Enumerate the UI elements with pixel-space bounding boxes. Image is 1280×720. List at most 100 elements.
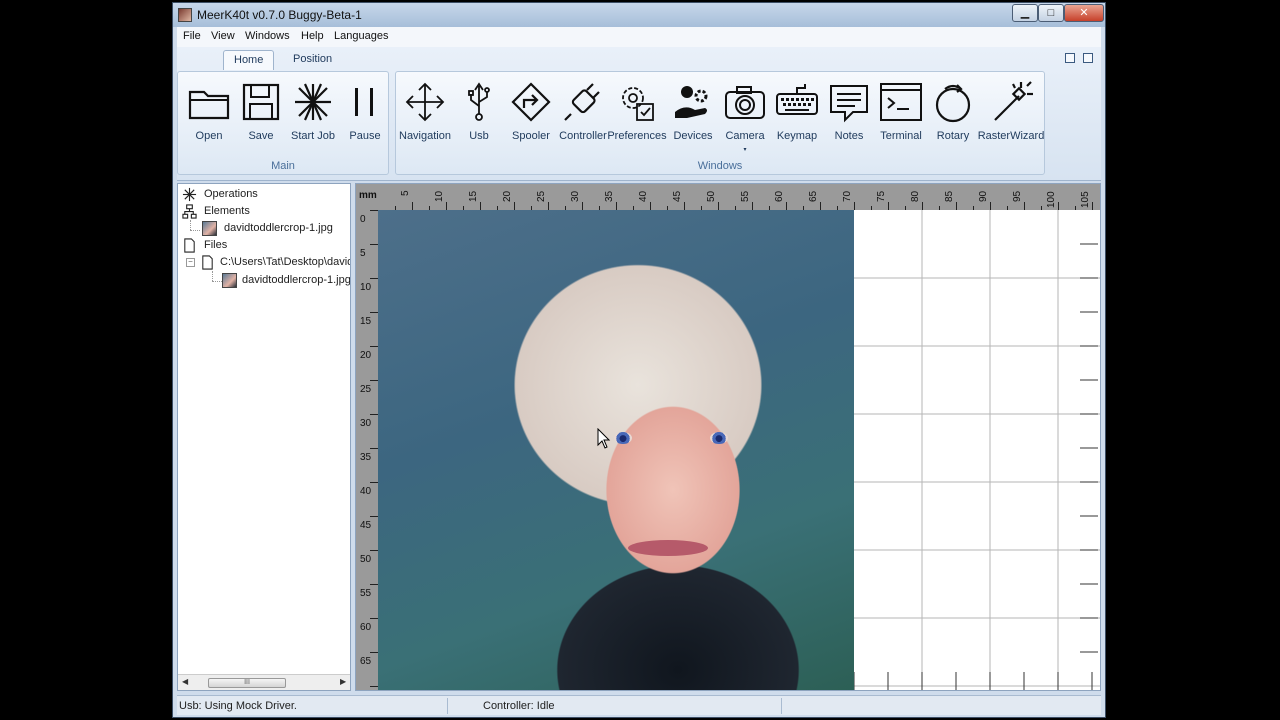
ruler-tick-label: 10 [434, 190, 445, 202]
ruler-tick [395, 206, 396, 210]
file-icon [202, 255, 213, 270]
image-thumbnail-icon [202, 221, 217, 236]
folder-icon [188, 90, 230, 120]
ruler-tick [370, 210, 378, 211]
move-arrows-icon [405, 82, 445, 122]
vertical-ruler: 0 5 10 15 20 25 30 35 40 45 50 55 60 65 70 [356, 210, 378, 691]
ruler-tick [1075, 206, 1076, 210]
ruler-tick [667, 206, 668, 210]
group-label-main: Main [271, 160, 295, 172]
loaded-raster-image[interactable] [378, 210, 854, 690]
ruler-tick-label: 30 [360, 418, 372, 429]
tree-item-file-path[interactable]: − C:\Users\Tat\Desktop\david [186, 254, 350, 271]
ruler-tick [905, 206, 906, 210]
ruler-tick [803, 206, 804, 210]
window-title: MeerK40t v0.7.0 Buggy-Beta-1 [197, 8, 362, 22]
ruler-tick-label: 60 [774, 190, 785, 202]
tree-connector [212, 281, 222, 282]
status-separator [447, 698, 448, 714]
tree-label-elements: Elements [204, 205, 250, 217]
ribbon-group-windows: Navigation Usb Spooler Controller Prefer… [395, 71, 1045, 175]
ruler-tick [973, 206, 974, 210]
scene-canvas[interactable]: 5 10 15 20 25 30 35 40 45 50 55 60 65 70 75 80 85 90 95 100… [355, 183, 1101, 691]
plug-icon [564, 83, 600, 121]
menu-languages[interactable]: Languages [334, 30, 388, 42]
ruler-tick-label: 80 [910, 190, 921, 202]
terminal-icon [880, 83, 922, 121]
collapse-toggle-icon[interactable]: − [186, 258, 195, 267]
ruler-tick [370, 448, 378, 449]
tree-item-elements[interactable]: Elements [182, 203, 350, 220]
ribbon-help-icon[interactable] [1083, 53, 1093, 63]
keyboard-icon [776, 84, 818, 115]
menu-file[interactable]: File [183, 30, 201, 42]
ruler-tick [370, 312, 378, 313]
ruler-unit-label: mm [356, 184, 378, 210]
ruler-tick [769, 206, 770, 210]
camera-dropdown-icon[interactable]: ▾ [743, 146, 746, 153]
ruler-tick [1024, 202, 1025, 210]
ruler-tick [370, 584, 378, 585]
save-icon [242, 83, 280, 121]
ruler-tick [446, 202, 447, 210]
ribbon-minimize-icon[interactable] [1065, 53, 1075, 63]
ruler-tick [990, 202, 991, 210]
horizontal-ruler: 5 10 15 20 25 30 35 40 45 50 55 60 65 70 75 80 85 90 95 100… [356, 184, 1100, 210]
menu-view[interactable]: View [211, 30, 235, 42]
minimize-button[interactable]: ▁ [1012, 4, 1038, 22]
ruler-tick [531, 206, 532, 210]
close-button[interactable]: ✕ [1064, 4, 1104, 22]
tree-horizontal-scrollbar[interactable]: ◀ III ▶ [178, 674, 350, 690]
ruler-tick [786, 202, 787, 210]
ruler-tick-label: 25 [536, 190, 547, 202]
ruler-tick [412, 202, 413, 210]
ruler-tick [939, 206, 940, 210]
pause-button[interactable]: Pause [338, 80, 392, 144]
tree-item-operations[interactable]: Operations [182, 186, 350, 203]
ruler-tick [548, 202, 549, 210]
ruler-tick [650, 202, 651, 210]
scroll-right-icon[interactable]: ▶ [340, 677, 346, 686]
ruler-tick-label: 75 [876, 190, 887, 202]
ruler-tick [1058, 202, 1059, 210]
ruler-tick-label: 105 [1080, 191, 1091, 208]
ruler-tick-label: 5 [360, 248, 366, 259]
ruler-tick [1041, 206, 1042, 210]
scroll-left-icon[interactable]: ◀ [182, 677, 188, 686]
title-bar[interactable]: MeerK40t v0.7.0 Buggy-Beta-1 ▁ □ ✕ [173, 3, 1105, 27]
menu-help[interactable]: Help [301, 30, 324, 42]
file-icon [184, 238, 195, 253]
tree-item-file-image[interactable]: davidtoddlercrop-1.jpg [222, 272, 350, 289]
ruler-tick [463, 206, 464, 210]
tree-item-element-image[interactable]: davidtoddlercrop-1.jpg [202, 220, 350, 237]
ruler-tick-label: 50 [360, 554, 372, 565]
app-icon [178, 8, 192, 22]
ruler-tick [701, 206, 702, 210]
menu-windows[interactable]: Windows [245, 30, 290, 42]
maximize-button[interactable]: □ [1038, 4, 1064, 22]
ruler-tick-label: 60 [360, 622, 372, 633]
ruler-tick-label: 100 [1046, 191, 1057, 208]
ruler-tick [922, 202, 923, 210]
image-region [710, 432, 728, 444]
magic-wand-icon [994, 81, 1033, 121]
ruler-tick-label: 40 [638, 190, 649, 202]
status-separator [781, 698, 782, 714]
ruler-tick-label: 70 [360, 690, 371, 691]
rasterwizard-button[interactable]: RasterWizard [978, 80, 1044, 144]
tab-position[interactable]: Position [283, 50, 342, 70]
ruler-tick-label: 90 [978, 190, 989, 202]
devices-icon [675, 86, 708, 118]
scrollbar-thumb[interactable]: III [208, 678, 286, 688]
ruler-tick [429, 206, 430, 210]
tab-home[interactable]: Home [223, 50, 275, 70]
notes-icon [830, 85, 868, 123]
ruler-tick-label: 5 [400, 190, 411, 196]
ruler-tick-label: 30 [570, 190, 581, 202]
laser-burst-icon [295, 83, 331, 121]
ruler-tick-label: 20 [360, 350, 372, 361]
image-thumbnail-icon [222, 273, 237, 288]
rotary-button[interactable]: Rotary [926, 80, 980, 144]
tree-item-files[interactable]: Files [182, 237, 350, 254]
tree-panel: Operations Elements davidtoddlercrop-1.j… [177, 183, 351, 691]
